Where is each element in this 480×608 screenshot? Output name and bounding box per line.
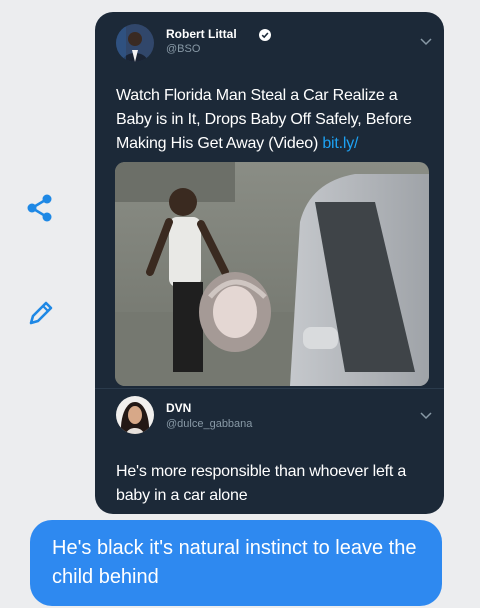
pencil-icon[interactable] [22, 295, 58, 331]
divider [95, 388, 444, 389]
author-name: Robert Littal [166, 27, 237, 41]
verified-badge-icon [259, 28, 271, 41]
tweet-photo[interactable] [115, 162, 429, 386]
tweet-text: Watch Florida Man Steal a Car Realize a … [116, 84, 436, 156]
message-bubble[interactable]: He's black it's natural instinct to leav… [30, 520, 442, 606]
tweet-body: Watch Florida Man Steal a Car Realize a … [116, 87, 412, 152]
message-text: He's black it's natural instinct to leav… [52, 537, 417, 588]
reply-avatar[interactable] [116, 396, 154, 434]
author-handle: @BSO [166, 43, 201, 55]
reply-author-name: DVN [166, 401, 192, 415]
chevron-down-icon[interactable] [420, 33, 432, 46]
reply-author-handle: @dulce_gabbana [166, 418, 253, 430]
author-avatar[interactable] [116, 24, 154, 62]
reply-text: He's more responsible than whoever left … [116, 463, 407, 504]
share-icon[interactable] [22, 190, 58, 226]
tweet-link[interactable]: bit.ly/ [322, 135, 358, 152]
reply-chevron-down-icon[interactable] [420, 407, 432, 420]
